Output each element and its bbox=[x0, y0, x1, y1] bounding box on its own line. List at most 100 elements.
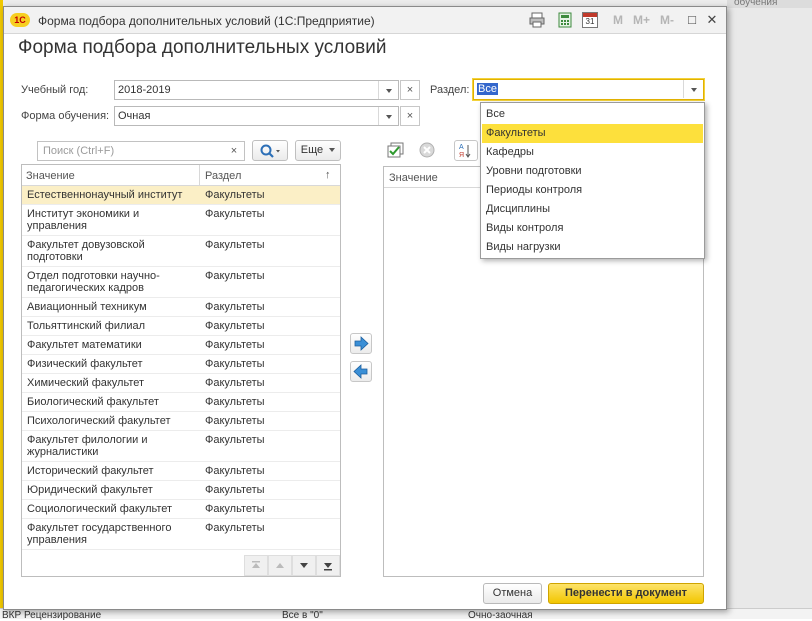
study-form-field[interactable]: Очная bbox=[114, 106, 399, 126]
academic-year-field[interactable]: 2018-2019 bbox=[114, 80, 399, 100]
left-values-table: Значение Раздел ↑ Естественнонаучный инс… bbox=[21, 164, 341, 577]
row-section: Факультеты bbox=[205, 465, 265, 477]
table-row[interactable]: Факультет математики Факультеты bbox=[22, 336, 340, 355]
row-section: Факультеты bbox=[205, 270, 265, 282]
dropdown-option[interactable]: Виды нагрузки bbox=[482, 238, 703, 257]
dropdown-option[interactable]: Уровни подготовки bbox=[482, 162, 703, 181]
chevron-down-icon[interactable] bbox=[683, 80, 703, 98]
row-value: Факультет математики bbox=[27, 339, 142, 351]
table-row[interactable]: Физический факультет Факультеты bbox=[22, 355, 340, 374]
memory-m-button[interactable]: M bbox=[613, 13, 623, 27]
section-value: Все bbox=[477, 83, 498, 95]
column-header-section[interactable]: Раздел bbox=[205, 170, 241, 182]
dropdown-option[interactable]: Все bbox=[482, 105, 703, 124]
row-section: Факультеты bbox=[205, 358, 265, 370]
more-button[interactable]: Еще bbox=[295, 140, 341, 161]
scroll-first-icon bbox=[252, 561, 260, 568]
table-row[interactable]: Биологический факультет Факультеты bbox=[22, 393, 340, 412]
search-clear-button[interactable]: × bbox=[224, 142, 244, 160]
table-row[interactable]: Факультет филологии и журналистики Факуль… bbox=[22, 431, 340, 462]
row-value: Естественнонаучный институт bbox=[27, 189, 183, 201]
academic-year-label: Учебный год: bbox=[21, 84, 89, 96]
row-value: Факультет филологии и журналистики bbox=[27, 434, 148, 458]
scroll-up-icon bbox=[276, 563, 284, 568]
sort-az-icon: А Я bbox=[459, 144, 471, 159]
row-value: Физический факультет bbox=[27, 358, 143, 370]
search-button[interactable] bbox=[252, 140, 288, 161]
dropdown-option[interactable]: Периоды контроля bbox=[482, 181, 703, 200]
table-row[interactable]: Факультет довузовской подготовки Факульте… bbox=[22, 236, 340, 267]
move-right-button[interactable] bbox=[350, 333, 372, 354]
section-dropdown-list: Все Факультеты Кафедры Уровни подготовки Пер… bbox=[480, 102, 705, 259]
row-value: Химический факультет bbox=[27, 377, 145, 389]
table-row[interactable]: Авиационный техникум Факультеты bbox=[22, 298, 340, 317]
uncheck-all-button[interactable] bbox=[416, 140, 439, 161]
scroll-last-icon bbox=[324, 563, 332, 571]
sort-arrow-icon[interactable]: ↑ bbox=[325, 169, 331, 181]
scroll-to-top-button[interactable] bbox=[244, 555, 268, 576]
scroll-up-button[interactable] bbox=[268, 555, 292, 576]
arrow-right-icon bbox=[354, 336, 369, 351]
table-row[interactable]: Социологический факультет Факультеты bbox=[22, 500, 340, 519]
academic-year-value: 2018-2019 bbox=[118, 84, 171, 96]
search-icon bbox=[260, 144, 280, 158]
table-row[interactable]: Институт экономики и управления Факультет… bbox=[22, 205, 340, 236]
close-icon[interactable]: ✕ bbox=[704, 12, 720, 28]
table-row[interactable]: Тольяттинский филиал Факультеты bbox=[22, 317, 340, 336]
scroll-down-button[interactable] bbox=[292, 555, 316, 576]
table-row[interactable]: Естественнонаучный институт Факультеты bbox=[22, 186, 340, 205]
academic-year-clear-button[interactable]: × bbox=[400, 80, 420, 100]
move-left-button[interactable] bbox=[350, 361, 372, 382]
dropdown-option[interactable]: Кафедры bbox=[482, 143, 703, 162]
search-input[interactable]: Поиск (Ctrl+F) × bbox=[37, 141, 245, 161]
scroll-down-icon bbox=[300, 563, 308, 568]
table-row[interactable]: Психологический факультет Факультеты bbox=[22, 412, 340, 431]
row-value: Институт экономики и управления bbox=[27, 208, 140, 232]
dropdown-option[interactable]: Факультеты bbox=[482, 124, 703, 143]
uncheck-icon bbox=[419, 142, 435, 158]
table-row[interactable]: Юридический факультет Факультеты bbox=[22, 481, 340, 500]
table-row[interactable]: Факультет государственного управления Фак… bbox=[22, 519, 340, 550]
more-button-label: Еще bbox=[300, 144, 324, 156]
row-value: Факультет довузовской подготовки bbox=[27, 239, 145, 263]
column-header-value[interactable]: Значение bbox=[389, 172, 438, 184]
column-header-value[interactable]: Значение bbox=[26, 170, 75, 182]
section-field[interactable]: Все bbox=[473, 79, 704, 100]
table-row[interactable]: Химический факультет Факультеты bbox=[22, 374, 340, 393]
row-section: Факультеты bbox=[205, 339, 265, 351]
row-section: Факультеты bbox=[205, 396, 265, 408]
row-section: Факультеты bbox=[205, 239, 265, 251]
dropdown-option[interactable]: Дисциплины bbox=[482, 200, 703, 219]
sort-button[interactable]: А Я bbox=[454, 140, 478, 161]
row-section: Факультеты bbox=[205, 301, 265, 313]
dropdown-option[interactable]: Виды контроля bbox=[482, 219, 703, 238]
study-form-value: Очная bbox=[118, 110, 151, 122]
table-row[interactable]: Исторический факультет Факультеты bbox=[22, 462, 340, 481]
chevron-down-icon bbox=[329, 148, 336, 153]
row-value: Факультет государственного управления bbox=[27, 522, 172, 546]
svg-text:Я: Я bbox=[459, 152, 464, 159]
scroll-to-bottom-button[interactable] bbox=[316, 555, 340, 576]
check-all-button[interactable] bbox=[385, 140, 408, 161]
calculator-icon[interactable] bbox=[557, 12, 573, 28]
check-all-icon bbox=[387, 142, 404, 158]
row-section: Факультеты bbox=[205, 484, 265, 496]
background-cell: Все в "0" bbox=[282, 610, 323, 621]
transfer-to-document-button[interactable]: Перенести в документ bbox=[548, 583, 704, 604]
form-heading: Форма подбора дополнительных условий bbox=[18, 37, 387, 58]
cancel-button[interactable]: Отмена bbox=[483, 583, 542, 604]
memory-plus-button[interactable]: M+ bbox=[633, 13, 650, 27]
study-form-clear-button[interactable]: × bbox=[400, 106, 420, 126]
section-label: Раздел: bbox=[430, 84, 470, 96]
print-icon[interactable] bbox=[529, 12, 545, 28]
maximize-icon[interactable]: □ bbox=[684, 12, 700, 28]
row-section: Факультеты bbox=[205, 415, 265, 427]
row-value: Отдел подготовки научно-педагогических к… bbox=[27, 270, 160, 294]
chevron-down-icon[interactable] bbox=[378, 81, 398, 99]
table-row[interactable]: Отдел подготовки научно-педагогических к… bbox=[22, 267, 340, 298]
row-value: Биологический факультет bbox=[27, 396, 159, 408]
chevron-down-icon[interactable] bbox=[378, 107, 398, 125]
calendar-icon[interactable]: 31 bbox=[582, 12, 598, 28]
memory-minus-button[interactable]: M- bbox=[660, 13, 674, 27]
background-app-right bbox=[727, 0, 812, 619]
